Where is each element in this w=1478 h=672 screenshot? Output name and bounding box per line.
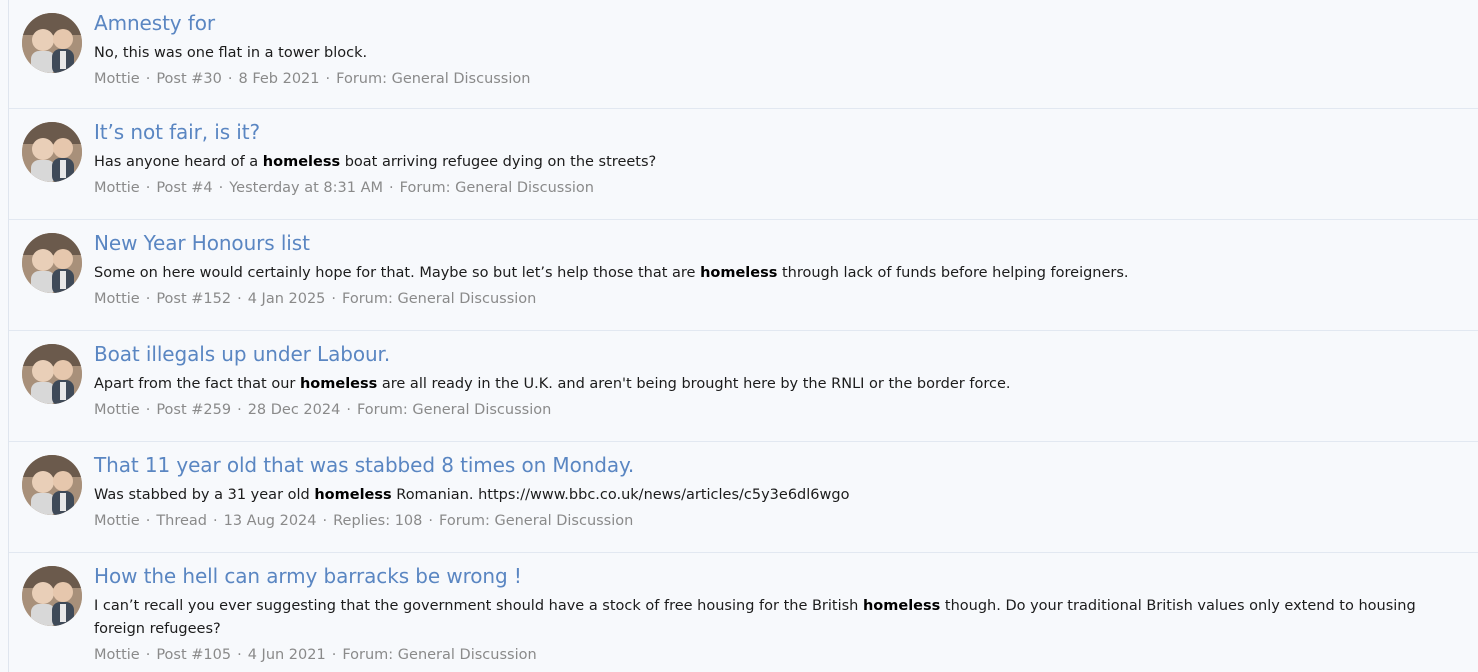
snippet-text: Some on here would certainly hope for th…	[94, 265, 701, 281]
highlighted-keyword: homeless	[262, 154, 341, 170]
result-title-link[interactable]: Amnesty for	[94, 10, 215, 36]
snippet-text: Apart from the fact that our	[94, 376, 300, 392]
avatar[interactable]	[22, 455, 82, 515]
author-link[interactable]: Mottie	[94, 291, 140, 307]
avatar[interactable]	[22, 344, 82, 404]
author-link[interactable]: Mottie	[94, 180, 140, 196]
thread-label: Thread	[156, 513, 208, 529]
highlighted-keyword: homeless	[299, 376, 378, 392]
result-meta: Mottie · Post #30 · 8 Feb 2021 · Forum: Genera…	[94, 71, 531, 87]
result-snippet: Some on here would certainly hope for th…	[94, 262, 1454, 285]
forum-link[interactable]: Forum: General Discussion	[336, 71, 530, 87]
result-snippet: I can’t recall you ever suggesting that …	[94, 595, 1454, 641]
forum-link[interactable]: Forum: General Discussion	[439, 513, 633, 529]
post-date: 13 Aug 2024	[223, 513, 317, 529]
replies-count: Replies: 108	[333, 513, 423, 529]
post-number: Post #152	[156, 291, 232, 307]
snippet-text: Romanian. https://www.bbc.co.uk/news/art…	[391, 487, 850, 503]
avatar[interactable]	[22, 233, 82, 293]
result-snippet: Apart from the fact that our homeless ar…	[94, 373, 1454, 396]
post-date: 8 Feb 2021	[238, 71, 320, 87]
search-result: How the hell can army barracks be wrong …	[9, 553, 1478, 672]
post-number: Post #4	[156, 180, 213, 196]
snippet-text: Was stabbed by a 31 year old	[94, 487, 315, 503]
forum-link[interactable]: Forum: General Discussion	[342, 647, 536, 663]
author-link[interactable]: Mottie	[94, 71, 140, 87]
result-title-link[interactable]: Boat illegals up under Labour.	[94, 341, 390, 367]
search-result: Boat illegals up under Labour. Apart fro…	[9, 331, 1478, 442]
highlighted-keyword: homeless	[862, 598, 941, 614]
search-result: That 11 year old that was stabbed 8 time…	[9, 442, 1478, 553]
result-meta: Mottie · Post #105 · 4 Jun 2021 · Forum: Gener…	[94, 647, 537, 663]
forum-link[interactable]: Forum: General Discussion	[400, 180, 594, 196]
forum-link[interactable]: Forum: General Discussion	[342, 291, 536, 307]
forum-link[interactable]: Forum: General Discussion	[357, 402, 551, 418]
result-title-link[interactable]: New Year Honours list	[94, 230, 310, 256]
result-meta: Mottie · Thread · 13 Aug 2024 · Replies: 108 · F…	[94, 513, 634, 529]
post-number: Post #105	[156, 647, 232, 663]
result-meta: Mottie · Post #152 · 4 Jan 2025 · Forum: Gener…	[94, 291, 537, 307]
search-result: Amnesty for No, this was one flat in a t…	[9, 0, 1478, 109]
post-date: 4 Jun 2021	[247, 647, 326, 663]
post-number: Post #259	[156, 402, 232, 418]
avatar[interactable]	[22, 13, 82, 73]
result-snippet: Has anyone heard of a homeless boat arri…	[94, 151, 1454, 174]
result-snippet: Was stabbed by a 31 year old homeless Ro…	[94, 484, 1454, 507]
search-result: It’s not fair, is it? Has anyone heard o…	[9, 109, 1478, 220]
search-results-page: Amnesty for No, this was one flat in a t…	[0, 0, 1478, 672]
result-meta: Mottie · Post #259 · 28 Dec 2024 · Forum: Gene…	[94, 402, 552, 418]
result-meta: Mottie · Post #4 · Yesterday at 8:31 AM · Foru…	[94, 180, 594, 196]
result-title-link[interactable]: How the hell can army barracks be wrong …	[94, 563, 522, 589]
post-date: 28 Dec 2024	[247, 402, 341, 418]
snippet-text: through lack of funds before helping for…	[777, 265, 1129, 281]
post-number: Post #30	[156, 71, 222, 87]
result-title-link[interactable]: That 11 year old that was stabbed 8 time…	[94, 452, 634, 478]
highlighted-keyword: homeless	[314, 487, 392, 503]
search-result: New Year Honours list Some on here would…	[9, 220, 1478, 331]
author-link[interactable]: Mottie	[94, 513, 140, 529]
author-link[interactable]: Mottie	[94, 647, 140, 663]
snippet-text: I can’t recall you ever suggesting that …	[94, 598, 863, 614]
result-title-link[interactable]: It’s not fair, is it?	[94, 119, 260, 145]
avatar[interactable]	[22, 122, 82, 182]
highlighted-keyword: homeless	[700, 265, 778, 281]
snippet-text: Has anyone heard of a	[94, 154, 263, 170]
snippet-text: are all ready in the U.K. and aren't bei…	[377, 376, 1011, 392]
post-date: Yesterday at 8:31 AM	[229, 180, 384, 196]
snippet-text: No, this was one flat in a tower block.	[94, 45, 368, 61]
author-link[interactable]: Mottie	[94, 402, 140, 418]
avatar[interactable]	[22, 566, 82, 626]
snippet-text: boat arriving refugee dying on the stree…	[340, 154, 657, 170]
post-date: 4 Jan 2025	[247, 291, 326, 307]
result-snippet: No, this was one flat in a tower block.	[94, 42, 1454, 65]
